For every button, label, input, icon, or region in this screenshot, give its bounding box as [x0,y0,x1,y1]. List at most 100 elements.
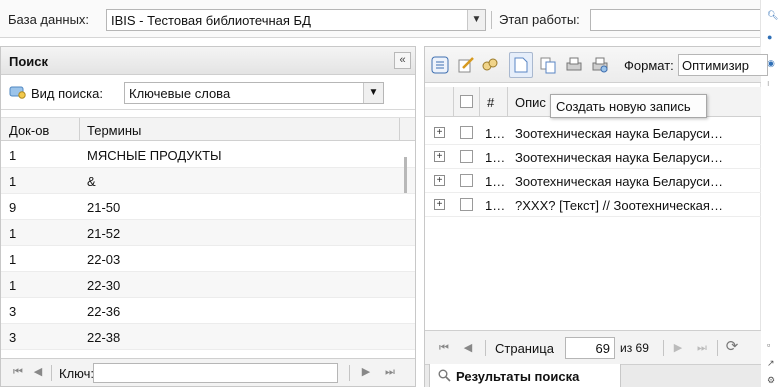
next-page-icon[interactable]: ▶ [671,341,685,355]
row-checkbox[interactable] [460,174,473,187]
row-description: Зоотехническая наука Беларуси… [515,150,723,165]
new-record-button[interactable] [509,52,533,78]
row-term: 22-30 [87,278,121,293]
database-select[interactable]: IBIS - Тестовая библиотечная БД ▼ [106,9,486,31]
row-count: 1 [9,148,17,163]
database-label: База данных: [8,12,90,27]
extension-icon[interactable]: ◉ [767,58,775,68]
tab-search-results[interactable]: Результаты поиска [429,364,621,387]
row-count: 1 [9,226,17,241]
column-divider [453,87,454,116]
terms-list: 1 МЯСНЫЕ ПРОДУКТЫ 1 & 9 21-50 1 21-52 1 22-03… [1,142,415,350]
column-divider [479,87,480,116]
expand-icon[interactable]: + [434,175,445,186]
page-input[interactable]: 69 [565,337,615,359]
row-count: 9 [9,200,17,215]
table-row[interactable]: 1 22-03 [1,246,415,272]
search-panel-title: Поиск [9,54,49,69]
first-page-icon[interactable]: ⏮ [437,341,451,355]
row-checkbox[interactable] [460,150,473,163]
window-icon[interactable]: ▫ [767,340,770,350]
row-checkbox[interactable] [460,198,473,211]
column-divider [79,118,80,141]
table-row[interactable]: 1 21-52 [1,220,415,246]
result-row[interactable]: + 1… ?XXX? [Текст] // Зоотехническая… [425,193,761,217]
last-page-icon[interactable]: ⏭ [695,341,709,355]
plugin-icon[interactable]: ● [767,32,772,42]
results-tabbar: Результаты поиска [425,364,761,387]
expand-icon[interactable]: + [434,199,445,210]
refresh-icon[interactable]: ⟳ [725,339,739,354]
new-record-tooltip: Создать новую запись [550,94,707,118]
search-type-row: Вид поиска: Ключевые слова ▼ [1,76,415,110]
table-row[interactable]: 1 22-30 [1,272,415,298]
row-term: МЯСНЫЕ ПРОДУКТЫ [87,148,222,163]
collapse-panel-icon[interactable]: « [394,52,411,69]
stage-select[interactable] [590,9,760,31]
expand-window-icon[interactable]: ↗ [767,358,775,368]
format-select[interactable]: Оптимизир [678,54,768,76]
column-header-docs[interactable]: Док-ов [9,123,49,138]
expand-icon[interactable]: + [434,151,445,162]
dropdown-arrow-icon[interactable]: ▼ [363,83,383,103]
search-type-value: Ключевые слова [129,86,231,101]
format-value: Оптимизир [682,58,750,73]
column-header-description[interactable]: Опис [515,95,546,110]
row-number: 1… [485,174,506,189]
pager-separator [717,340,718,356]
dropdown-arrow-icon[interactable]: ▼ [467,10,485,30]
print-icon[interactable] [565,56,583,74]
toolbar-separator [491,11,492,29]
search-type-select[interactable]: Ключевые слова ▼ [124,82,384,104]
terms-scrollbar[interactable] [404,157,407,193]
last-page-icon[interactable]: ⏭ [383,365,397,379]
table-row[interactable]: 1 & [1,168,415,194]
table-row[interactable]: 3 22-38 [1,324,415,350]
column-header-number[interactable]: # [487,95,494,110]
edit-record-icon[interactable] [457,56,475,74]
select-all-checkbox[interactable] [460,95,473,108]
result-row[interactable]: + 1… Зоотехническая наука Беларуси… [425,145,761,169]
results-pager: ⏮ ◀ Страница 69 из 69 ▶ ⏭ ⟳ [425,330,761,364]
pager-separator [51,365,52,381]
table-row[interactable]: 9 21-50 [1,194,415,220]
copy-icon[interactable] [539,56,557,74]
expand-icon[interactable]: + [434,127,445,138]
terms-pager: ⏮ ◀ Ключ: ▶ ⏭ [1,358,415,386]
next-page-icon[interactable]: ▶ [359,365,373,379]
column-header-terms[interactable]: Термины [87,123,141,138]
row-count: 1 [9,174,17,189]
search-panel: Поиск « Вид поиска: Ключевые слова ▼ Док… [0,46,416,387]
result-row[interactable]: + 1… Зоотехническая наука Беларуси… [425,121,761,145]
row-term: 22-36 [87,304,121,319]
prev-page-icon[interactable]: ◀ [461,341,475,355]
pager-separator [663,340,664,356]
column-divider [507,87,508,116]
row-count: 1 [9,252,17,267]
search-type-label: Вид поиска: [31,86,103,101]
row-description: Зоотехническая наука Беларуси… [515,126,723,141]
pager-separator [349,365,350,381]
first-page-icon[interactable]: ⏮ [11,365,25,379]
tab-label: Результаты поиска [456,369,580,384]
row-count: 3 [9,330,17,345]
table-row[interactable]: 1 МЯСНЫЕ ПРОДУКТЫ [1,142,415,168]
list-view-icon[interactable] [431,56,449,74]
find-replace-icon[interactable] [481,56,499,74]
row-description: Зоотехническая наука Беларуси… [515,174,723,189]
row-term: 22-38 [87,330,121,345]
row-checkbox[interactable] [460,126,473,139]
row-number: 1… [485,150,506,165]
table-row[interactable]: 3 22-36 [1,298,415,324]
prev-page-icon[interactable]: ◀ [31,365,45,379]
row-term: & [87,174,96,189]
zoom-icon[interactable]: 🔍︎ [767,10,778,20]
database-value: IBIS - Тестовая библиотечная БД [111,13,311,28]
row-term: 21-50 [87,200,121,215]
result-row[interactable]: + 1… Зоотехническая наука Беларуси… [425,169,761,193]
settings-icon[interactable]: ⚙ [767,375,775,385]
key-input[interactable] [93,363,338,383]
divider-icon: ı [767,78,770,88]
print-preview-icon[interactable] [591,56,609,74]
row-count: 3 [9,304,17,319]
